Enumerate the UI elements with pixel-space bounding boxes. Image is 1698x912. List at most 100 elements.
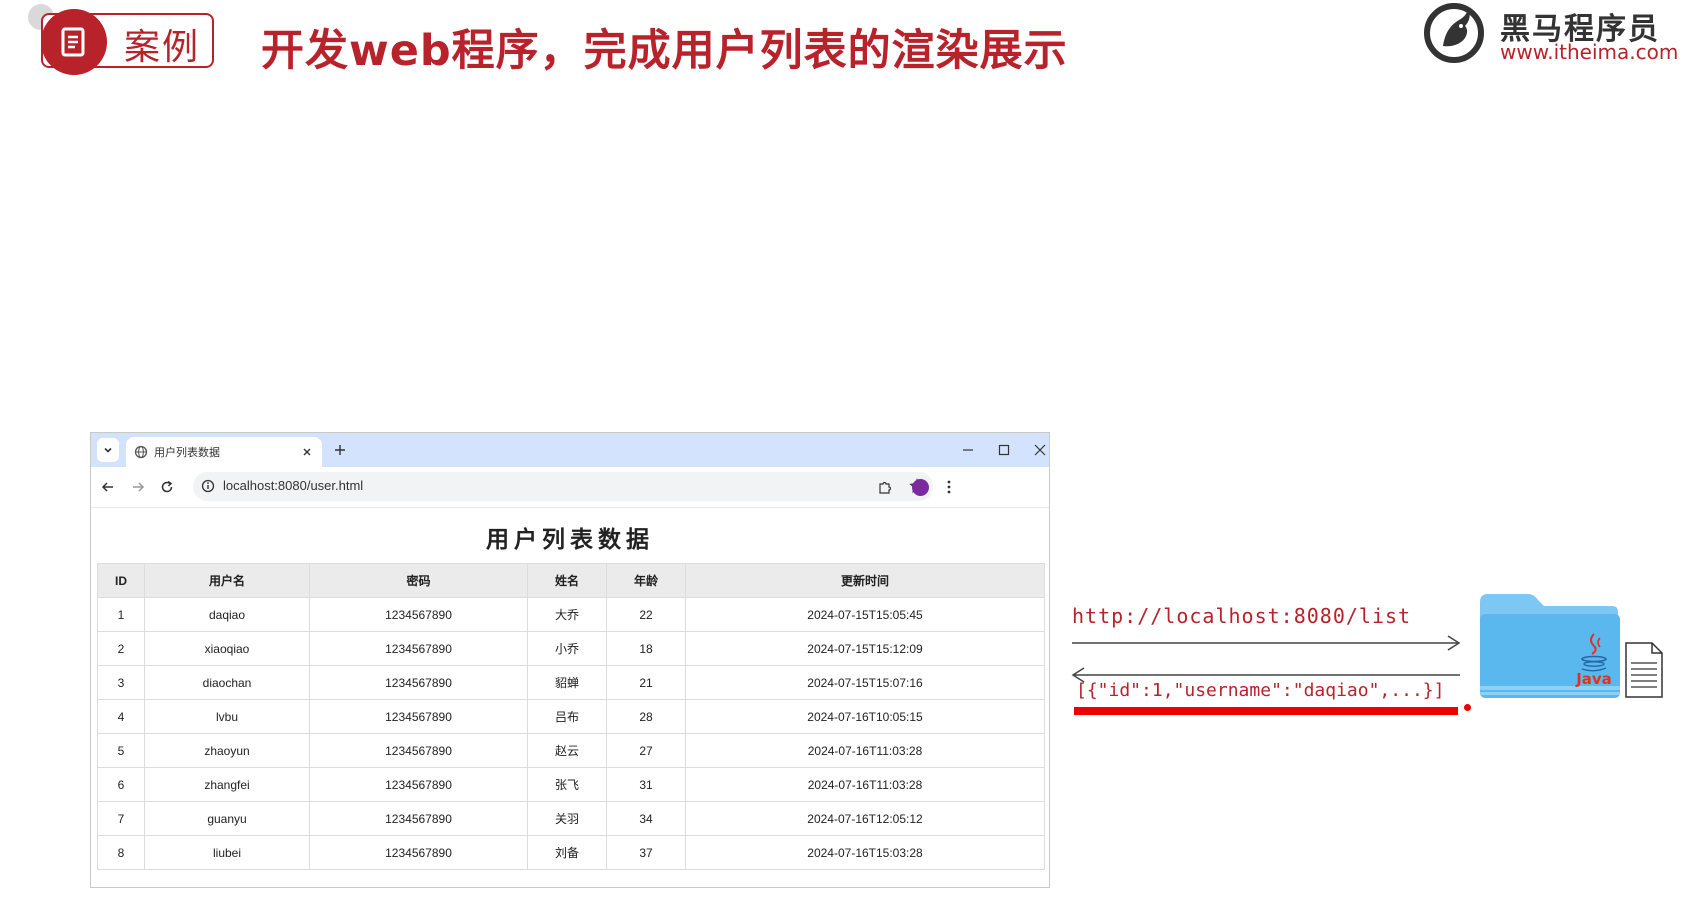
user-table: ID 用户名 密码 姓名 年龄 更新时间 1 daqiao 1234567890… (97, 563, 1045, 870)
cell-password: 1234567890 (309, 665, 528, 700)
highlight-underline (1074, 707, 1458, 715)
cell-id: 3 (97, 665, 145, 700)
cell-name: 张飞 (527, 767, 607, 802)
cell-id: 7 (97, 801, 145, 836)
cell-age: 18 (606, 631, 686, 666)
tab-strip: 用户列表数据 (91, 433, 1049, 467)
cell-age: 31 (606, 767, 686, 802)
cell-username: zhangfei (144, 767, 310, 802)
brand-url: www.itheima.com (1500, 40, 1679, 64)
cell-id: 4 (97, 699, 145, 734)
java-folder-icon: Java (1480, 594, 1620, 698)
document-file-icon (1625, 642, 1663, 698)
cell-update-time: 2024-07-16T12:05:12 (685, 801, 1045, 836)
cell-update-time: 2024-07-16T11:03:28 (685, 733, 1045, 768)
browser-toolbar: localhost:8080/user.html (91, 467, 1049, 508)
cell-username: diaochan (144, 665, 310, 700)
horse-logo-icon (1424, 3, 1484, 63)
maximize-icon[interactable] (994, 440, 1014, 460)
column-header: ID (97, 563, 145, 598)
cell-password: 1234567890 (309, 699, 528, 734)
cell-password: 1234567890 (309, 631, 528, 666)
tab-title: 用户列表数据 (154, 446, 220, 459)
table-row: 4 lvbu 1234567890 吕布 28 2024-07-16T10:05… (97, 699, 1045, 734)
cell-name: 赵云 (527, 733, 607, 768)
new-tab-icon[interactable] (330, 440, 350, 460)
cell-password: 1234567890 (309, 767, 528, 802)
extensions-puzzle-icon[interactable] (875, 477, 895, 497)
column-header: 姓名 (527, 563, 607, 598)
cell-username: liubei (144, 835, 310, 870)
cell-name: 刘备 (527, 835, 607, 870)
table-header-row: ID 用户名 密码 姓名 年龄 更新时间 (97, 563, 1045, 598)
profile-avatar[interactable] (910, 477, 930, 497)
cell-username: lvbu (144, 699, 310, 734)
page-heading: 用户列表数据 (486, 526, 654, 553)
tab-search-button[interactable] (97, 438, 119, 462)
java-label: Java (1575, 670, 1612, 688)
table-row: 5 zhaoyun 1234567890 赵云 27 2024-07-16T11… (97, 733, 1045, 768)
browser-window: 用户列表数据 localhost:8080/user.html 用户列表数据 I… (90, 432, 1050, 888)
column-header: 更新时间 (685, 563, 1045, 598)
highlight-dot (1464, 704, 1471, 711)
cell-update-time: 2024-07-15T15:05:45 (685, 597, 1045, 632)
page-content: 用户列表数据 ID 用户名 密码 姓名 年龄 更新时间 1 daqiao 123… (91, 508, 1049, 887)
cell-name: 小乔 (527, 631, 607, 666)
window-close-icon[interactable] (1030, 440, 1049, 460)
cell-password: 1234567890 (309, 597, 528, 632)
back-arrow-icon[interactable] (98, 477, 118, 497)
cell-update-time: 2024-07-16T10:05:15 (685, 699, 1045, 734)
case-label: 案例 (124, 27, 201, 68)
request-response-arrows (1071, 635, 1461, 683)
request-arrow (1072, 635, 1461, 651)
tab-user-list[interactable]: 用户列表数据 (126, 437, 322, 467)
cell-update-time: 2024-07-16T11:03:28 (685, 767, 1045, 802)
request-url: http://localhost:8080/list (1072, 604, 1412, 628)
table-row: 7 guanyu 1234567890 关羽 34 2024-07-16T12:… (97, 801, 1045, 836)
slide-title: 开发web程序，完成用户列表的渲染展示 (261, 26, 1068, 76)
cell-username: zhaoyun (144, 733, 310, 768)
cell-password: 1234567890 (309, 733, 528, 768)
cell-id: 5 (97, 733, 145, 768)
cell-age: 34 (606, 801, 686, 836)
cell-update-time: 2024-07-16T15:03:28 (685, 835, 1045, 870)
cell-age: 21 (606, 665, 686, 700)
cell-password: 1234567890 (309, 835, 528, 870)
minimize-icon[interactable] (958, 440, 978, 460)
cell-update-time: 2024-07-15T15:12:09 (685, 631, 1045, 666)
slide-header: 案例 开发web程序，完成用户列表的渲染展示 黑马程序员 www.itheima… (0, 0, 1698, 90)
cell-id: 8 (97, 835, 145, 870)
cell-password: 1234567890 (309, 801, 528, 836)
cell-id: 2 (97, 631, 145, 666)
cell-id: 6 (97, 767, 145, 802)
response-json: [{"id":1,"username":"daqiao",...}] (1076, 680, 1445, 701)
cell-age: 22 (606, 597, 686, 632)
table-row: 1 daqiao 1234567890 大乔 22 2024-07-15T15:… (97, 597, 1045, 632)
info-icon[interactable] (201, 479, 215, 493)
reload-icon[interactable] (157, 477, 177, 497)
cell-update-time: 2024-07-15T15:07:16 (685, 665, 1045, 700)
column-header: 用户名 (144, 563, 310, 598)
column-header: 年龄 (606, 563, 686, 598)
cell-age: 37 (606, 835, 686, 870)
cell-age: 27 (606, 733, 686, 768)
cell-name: 关羽 (527, 801, 607, 836)
url-text: localhost:8080/user.html (223, 478, 364, 493)
forward-arrow-icon[interactable] (128, 477, 148, 497)
cell-username: guanyu (144, 801, 310, 836)
cell-username: xiaoqiao (144, 631, 310, 666)
cell-age: 28 (606, 699, 686, 734)
address-bar[interactable]: localhost:8080/user.html (193, 472, 933, 501)
cell-name: 吕布 (527, 699, 607, 734)
table-row: 2 xiaoqiao 1234567890 小乔 18 2024-07-15T1… (97, 631, 1045, 666)
close-tab-icon[interactable] (298, 443, 316, 461)
more-menu-icon[interactable] (939, 477, 959, 497)
cell-name: 貂蝉 (527, 665, 607, 700)
globe-icon (134, 445, 148, 459)
chevron-down-icon (104, 447, 112, 453)
column-header: 密码 (309, 563, 528, 598)
table-row: 8 liubei 1234567890 刘备 37 2024-07-16T15:… (97, 835, 1045, 870)
cell-username: daqiao (144, 597, 310, 632)
cell-id: 1 (97, 597, 145, 632)
table-row: 3 diaochan 1234567890 貂蝉 21 2024-07-15T1… (97, 665, 1045, 700)
